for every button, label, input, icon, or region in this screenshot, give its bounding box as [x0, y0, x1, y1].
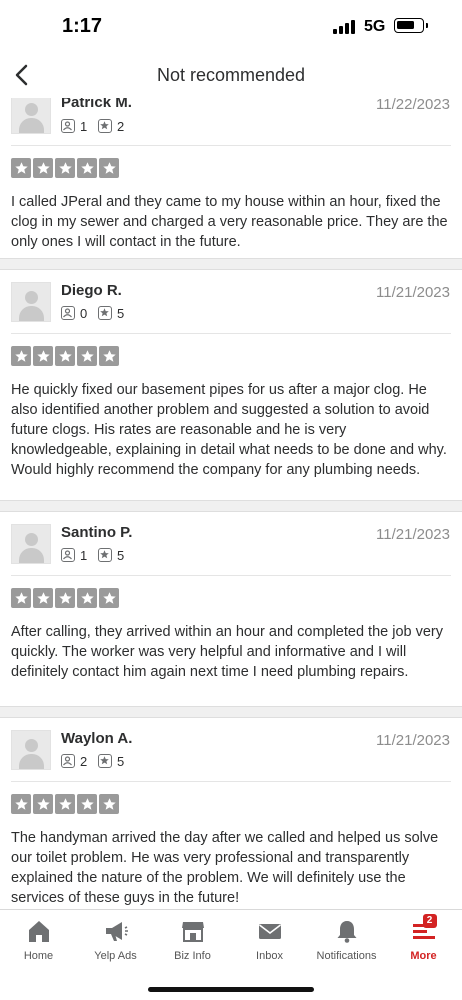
tab-label: Inbox	[256, 950, 283, 962]
tab-notifications[interactable]: Notifications	[308, 910, 385, 970]
home-indicator	[148, 987, 314, 992]
avatar[interactable]	[11, 524, 51, 564]
star-rating	[11, 158, 119, 178]
star-icon	[11, 346, 31, 366]
review-text: After calling, they arrived within an ho…	[11, 624, 444, 680]
review-count: 5	[98, 753, 124, 769]
star-icon	[55, 158, 75, 178]
envelope-icon	[258, 924, 281, 939]
friends-icon	[61, 306, 75, 320]
star-icon	[99, 588, 119, 608]
tab-yelp-ads[interactable]: Yelp Ads	[77, 910, 154, 970]
star-rating	[11, 346, 119, 366]
notification-badge: 2	[422, 914, 437, 928]
star-icon	[77, 346, 97, 366]
avatar[interactable]	[11, 282, 51, 322]
tab-label: Home	[23, 950, 54, 962]
status-time: 1:17	[62, 15, 103, 37]
friends-count: 1	[61, 547, 87, 563]
star-icon	[11, 794, 31, 814]
section-separator	[0, 500, 462, 512]
reviewer-name[interactable]: Patrick M.	[61, 98, 132, 111]
star-icon	[77, 588, 97, 608]
star-outline-icon	[98, 754, 112, 768]
star-rating	[11, 794, 119, 814]
star-icon	[33, 588, 53, 608]
tab-bar: Home Yelp Ads Biz Info Inbox Notificatio…	[0, 909, 462, 1000]
star-icon	[33, 794, 53, 814]
review-card: Santino P. 11/21/2023 1 5 After calling,…	[0, 512, 462, 704]
section-separator	[0, 706, 462, 718]
friends-count: 0	[61, 305, 87, 321]
review-date: 11/21/2023	[376, 526, 450, 543]
review-date: 11/22/2023	[376, 98, 450, 113]
tab-label: Biz Info	[174, 950, 211, 962]
review-date: 11/21/2023	[376, 732, 450, 749]
star-icon	[55, 794, 75, 814]
review-card: Patrick M. 11/22/2023 1 2 I called JPera…	[0, 98, 462, 258]
avatar[interactable]	[11, 730, 51, 770]
star-icon	[99, 346, 119, 366]
reviewer-name[interactable]: Santino P.	[61, 524, 132, 541]
star-icon	[55, 346, 75, 366]
star-icon	[77, 794, 97, 814]
megaphone-icon	[105, 922, 128, 941]
review-count: 5	[98, 305, 124, 321]
friends-count: 2	[61, 753, 87, 769]
star-outline-icon	[98, 548, 112, 562]
review-count: 2	[98, 118, 124, 134]
nav-header: Not recommended	[0, 52, 462, 98]
review-text: I called JPeral and they came to my hous…	[11, 194, 448, 250]
star-icon	[99, 158, 119, 178]
avatar[interactable]	[11, 98, 51, 134]
star-icon	[33, 346, 53, 366]
tab-inbox[interactable]: Inbox	[231, 910, 308, 970]
review-card: Diego R. 11/21/2023 0 5 He quickly fixed…	[0, 270, 462, 501]
storefront-icon	[181, 922, 204, 942]
friends-icon	[61, 119, 75, 133]
review-list[interactable]: Patrick M. 11/22/2023 1 2 I called JPera…	[0, 98, 462, 909]
star-outline-icon	[98, 119, 112, 133]
page-title: Not recommended	[156, 65, 306, 85]
star-rating	[11, 588, 119, 608]
network-label: 5G	[364, 18, 386, 35]
more-list-icon: 2	[411, 914, 437, 944]
star-icon	[99, 794, 119, 814]
tab-label: Yelp Ads	[94, 950, 137, 962]
friends-icon	[61, 548, 75, 562]
tab-home[interactable]: Home	[0, 910, 77, 970]
star-icon	[33, 158, 53, 178]
tab-label: Notifications	[316, 950, 377, 962]
review-date: 11/21/2023	[376, 284, 450, 301]
star-outline-icon	[98, 306, 112, 320]
section-separator	[0, 258, 462, 270]
reviewer-name[interactable]: Diego R.	[61, 282, 122, 299]
review-card: Waylon A. 11/21/2023 2 5 The handyman ar…	[0, 718, 462, 909]
review-count: 5	[98, 547, 124, 563]
tab-more[interactable]: 2 More	[385, 910, 462, 970]
battery-icon	[394, 18, 424, 33]
friends-icon	[61, 754, 75, 768]
friends-count: 1	[61, 118, 87, 134]
star-icon	[11, 158, 31, 178]
bell-icon	[337, 921, 356, 943]
tab-label: More	[410, 950, 437, 962]
signal-icon	[333, 20, 357, 34]
status-bar: 1:17 5G	[0, 0, 462, 52]
review-text: The handyman arrived the day after we ca…	[11, 830, 439, 906]
star-icon	[55, 588, 75, 608]
reviewer-name[interactable]: Waylon A.	[61, 730, 132, 747]
tab-biz-info[interactable]: Biz Info	[154, 910, 231, 970]
star-icon	[11, 588, 31, 608]
home-icon	[28, 921, 49, 942]
review-text: He quickly fixed our basement pipes for …	[11, 382, 447, 478]
star-icon	[77, 158, 97, 178]
